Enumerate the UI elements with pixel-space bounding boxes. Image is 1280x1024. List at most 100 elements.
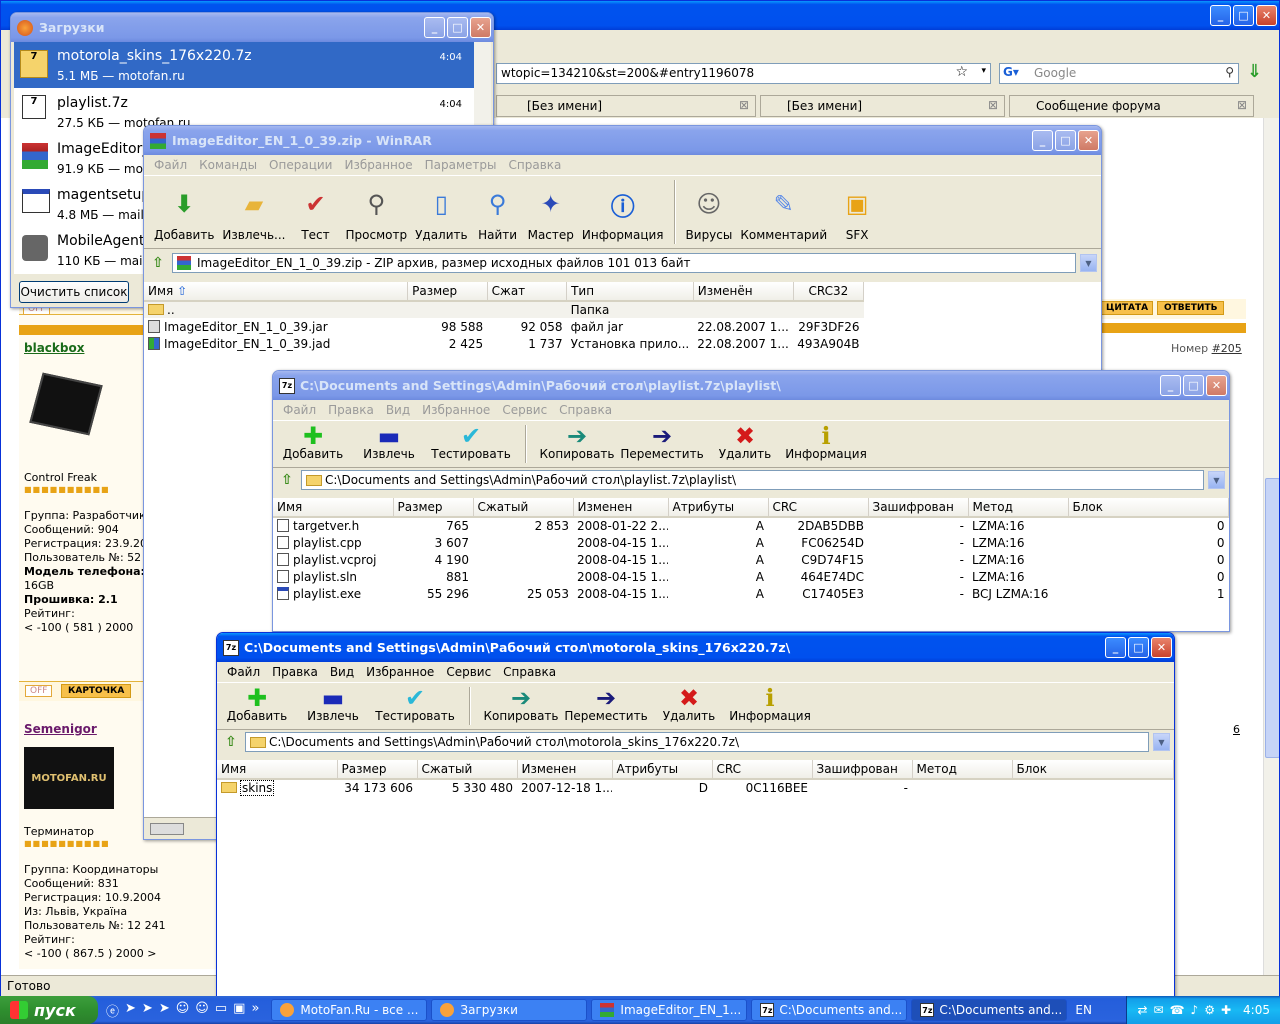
- table-row[interactable]: .. Папка: [144, 301, 864, 318]
- find-button[interactable]: ⚲ Найти: [476, 180, 520, 242]
- username-link[interactable]: blackbox: [24, 341, 84, 355]
- maximize-button[interactable]: □: [1233, 5, 1254, 26]
- table-row[interactable]: skins 34 173 606 5 330 480 2007-12-18 1... D…: [217, 779, 1174, 796]
- col-packed[interactable]: Сжатый: [473, 498, 574, 518]
- col-size[interactable]: Размер: [407, 282, 488, 302]
- col-block[interactable]: Блок: [1012, 760, 1174, 780]
- menu-tools[interactable]: Сервис: [440, 665, 497, 679]
- username-link[interactable]: Semenigor: [24, 722, 97, 736]
- task-7zip-2[interactable]: 7z C:\Documents and...: [911, 999, 1068, 1021]
- maximize-button[interactable]: □: [1183, 375, 1204, 396]
- chevron-down-icon[interactable]: ▼: [1080, 254, 1097, 272]
- agent-icon[interactable]: ☺: [176, 1001, 190, 1020]
- quote-button[interactable]: ЦИТАТА: [1101, 301, 1154, 315]
- col-attributes[interactable]: Атрибуты: [612, 760, 713, 780]
- col-packed[interactable]: Сжатый: [417, 760, 518, 780]
- menu-favorites[interactable]: Избранное: [416, 403, 496, 417]
- list-item[interactable]: 7 motorola_skins_176x220.7z 5.1 МБ — mot…: [14, 42, 474, 88]
- task-downloads[interactable]: Загрузки: [431, 999, 588, 1021]
- menu-favorites[interactable]: Избранное: [360, 665, 440, 679]
- menu-edit[interactable]: Правка: [322, 403, 380, 417]
- table-row[interactable]: playlist.exe 55 296 25 053 2008-04-15 1... A…: [273, 585, 1229, 602]
- up-folder-icon[interactable]: ⇧: [277, 470, 297, 490]
- menu-help[interactable]: Справка: [503, 158, 568, 172]
- tray-icon[interactable]: ✉: [1154, 1003, 1164, 1017]
- minimize-button[interactable]: _: [1160, 375, 1181, 396]
- google-icon[interactable]: G▾: [1003, 65, 1019, 79]
- quicklaunch-icon[interactable]: ▣: [233, 1001, 245, 1020]
- view-button[interactable]: ⚲ Просмотр: [346, 180, 408, 242]
- path-combobox[interactable]: ImageEditor_EN_1_0_39.zip - ZIP архив, р…: [172, 253, 1076, 273]
- agent-icon[interactable]: ☺: [195, 1001, 209, 1020]
- delete-button[interactable]: ✖ Удалить: [715, 422, 775, 461]
- quicklaunch-icon[interactable]: ➤: [159, 1001, 170, 1020]
- copy-button[interactable]: ➔ Копировать: [540, 422, 615, 461]
- col-name[interactable]: Имя: [217, 760, 338, 780]
- download-icon[interactable]: ⇓: [1247, 61, 1271, 85]
- table-row[interactable]: playlist.sln 881 2008-04-15 1... A 464E74DC -…: [273, 568, 1229, 585]
- extract-button[interactable]: ▬ Извлечь: [359, 422, 419, 461]
- add-button[interactable]: ⬇ Добавить: [154, 180, 214, 242]
- add-button[interactable]: ✚ Добавить: [227, 684, 287, 723]
- close-button[interactable]: ✕: [1256, 5, 1277, 26]
- tab-3[interactable]: Сообщение форума ⊠: [1009, 95, 1254, 117]
- chevron-down-icon[interactable]: ▼: [1153, 733, 1170, 751]
- chevron-down-icon[interactable]: ▼: [1208, 471, 1225, 489]
- col-size[interactable]: Размер: [337, 760, 418, 780]
- menu-file[interactable]: Файл: [277, 403, 322, 417]
- test-button[interactable]: ✔ Тестировать: [431, 422, 511, 461]
- maximize-button[interactable]: □: [447, 17, 468, 38]
- ie-icon[interactable]: ⓔ: [106, 1001, 119, 1020]
- tray-icon[interactable]: ✚: [1221, 1003, 1231, 1017]
- col-name[interactable]: Имя: [273, 498, 394, 518]
- minimize-button[interactable]: _: [1105, 637, 1126, 658]
- col-name[interactable]: Имя ⇧: [144, 282, 409, 302]
- menu-operations[interactable]: Операции: [263, 158, 338, 172]
- extract-button[interactable]: ▰ Извлечь...: [222, 180, 285, 242]
- wizard-button[interactable]: ✦ Мастер: [528, 180, 574, 242]
- scrollbar[interactable]: [1263, 118, 1279, 975]
- tab-1[interactable]: [Без имени] ⊠: [496, 95, 756, 117]
- add-button[interactable]: ✚ Добавить: [283, 422, 343, 461]
- search-icon[interactable]: ⚲: [1225, 65, 1234, 79]
- move-button[interactable]: ➔ Переместить: [620, 422, 703, 461]
- clear-list-button[interactable]: Очистить список: [19, 281, 129, 303]
- minimize-button[interactable]: _: [1210, 5, 1231, 26]
- menu-view[interactable]: Вид: [324, 665, 360, 679]
- virus-button[interactable]: ☺ Вирусы: [686, 180, 733, 242]
- tray-icon[interactable]: ☎: [1170, 1003, 1185, 1017]
- search-input[interactable]: Google G▾ ⚲: [999, 63, 1239, 84]
- test-button[interactable]: ✔ Тестировать: [375, 684, 455, 723]
- tab-close-icon[interactable]: ⊠: [988, 98, 998, 112]
- col-size[interactable]: Размер: [393, 498, 474, 518]
- start-button[interactable]: пуск: [0, 996, 98, 1024]
- scrollbar-thumb[interactable]: [1265, 478, 1279, 758]
- tab-close-icon[interactable]: ⊠: [739, 98, 749, 112]
- menu-help[interactable]: Справка: [497, 665, 562, 679]
- copy-button[interactable]: ➔ Копировать: [484, 684, 559, 723]
- comment-button[interactable]: ✎ Комментарий: [740, 180, 827, 242]
- table-row[interactable]: ImageEditor_EN_1_0_39.jar 98 588 92 058 …: [144, 318, 864, 335]
- menu-options[interactable]: Параметры: [419, 158, 503, 172]
- table-row[interactable]: playlist.cpp 3 607 2008-04-15 1... A FC06254…: [273, 534, 1229, 551]
- star-icon[interactable]: ☆: [955, 64, 968, 80]
- tab-2[interactable]: [Без имени] ⊠: [760, 95, 1005, 117]
- minimize-button[interactable]: _: [1032, 130, 1053, 151]
- col-method[interactable]: Метод: [912, 760, 1013, 780]
- table-row[interactable]: targetver.h 765 2 853 2008-01-22 2... A 2DAB5…: [273, 517, 1229, 534]
- address-bar[interactable]: wtopic=134210&st=200&#entry1196078 ☆ ▾: [496, 63, 991, 84]
- col-modified[interactable]: Изменён: [693, 282, 794, 302]
- post-number-link[interactable]: 6: [1233, 723, 1240, 736]
- dropdown-icon[interactable]: ▾: [981, 66, 986, 76]
- menu-file[interactable]: Файл: [221, 665, 266, 679]
- quicklaunch-icon[interactable]: ➤: [142, 1001, 153, 1020]
- tab-close-icon[interactable]: ⊠: [1237, 98, 1247, 112]
- post-number-link[interactable]: #205: [1212, 342, 1242, 355]
- close-button[interactable]: ✕: [1206, 375, 1227, 396]
- maximize-button[interactable]: □: [1128, 637, 1149, 658]
- close-button[interactable]: ✕: [1078, 130, 1099, 151]
- up-folder-icon[interactable]: ⇧: [148, 253, 168, 273]
- volume-icon[interactable]: ♪: [1191, 1003, 1199, 1017]
- col-encrypted[interactable]: Зашифрован: [812, 760, 913, 780]
- close-button[interactable]: ✕: [1151, 637, 1172, 658]
